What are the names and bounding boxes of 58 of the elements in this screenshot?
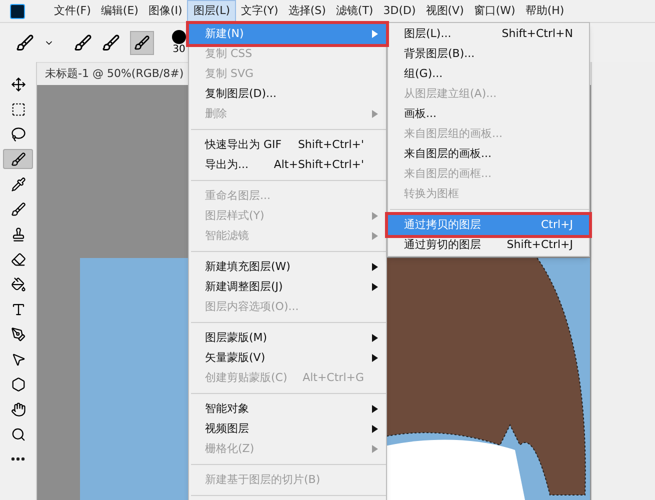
menu-bar-item[interactable]: 文件(F) bbox=[49, 0, 96, 22]
hexagon-icon bbox=[10, 376, 26, 392]
menu-item[interactable]: 图层蒙版(M) bbox=[189, 328, 386, 348]
more-icon bbox=[11, 457, 25, 461]
submenu-arrow-icon bbox=[372, 232, 378, 240]
paint-bucket-icon bbox=[10, 276, 26, 292]
submenu-arrow-icon bbox=[372, 212, 378, 220]
pen-icon bbox=[10, 326, 26, 342]
submenu-arrow-icon bbox=[372, 445, 378, 453]
submenu-arrow-icon bbox=[372, 405, 378, 413]
menu-item[interactable]: 视频图层 bbox=[189, 419, 386, 439]
menu-item[interactable]: 复制图层(D)... bbox=[189, 84, 386, 104]
menu-bar-item[interactable]: 选择(S) bbox=[283, 0, 331, 22]
submenu-arrow-icon bbox=[372, 283, 378, 291]
tool-button[interactable] bbox=[3, 149, 33, 169]
subtract-selection-button[interactable] bbox=[130, 30, 154, 54]
stamp-icon bbox=[10, 226, 26, 242]
menu-bar-item[interactable]: 3D(D) bbox=[378, 0, 421, 22]
menu-item[interactable]: 新建调整图层(J) bbox=[189, 277, 386, 297]
brush-icon bbox=[10, 202, 26, 216]
menu-bar-item[interactable]: 编辑(E) bbox=[96, 0, 144, 22]
submenu-arrow-icon bbox=[372, 30, 378, 38]
move-icon bbox=[10, 76, 26, 92]
menu-item[interactable]: 来自图层的画板... bbox=[388, 144, 589, 164]
menu-bar-item[interactable]: 图层(L) bbox=[187, 0, 236, 22]
submenu-arrow-icon bbox=[372, 334, 378, 342]
menu-item[interactable]: 组(G)... bbox=[388, 64, 589, 84]
menu-item[interactable]: 智能对象 bbox=[189, 399, 386, 419]
brush-size-label: 30 bbox=[172, 44, 186, 56]
submenu-arrow-icon bbox=[372, 354, 378, 362]
menu-item[interactable]: 背景图层(B)... bbox=[388, 44, 589, 64]
app-logo-icon bbox=[10, 4, 25, 18]
menu-item[interactable]: 画板... bbox=[388, 104, 589, 124]
menu-item[interactable]: 图层(L)... Shift+Ctrl+N bbox=[388, 24, 589, 44]
menu-item[interactable]: 新建填充图层(W) bbox=[189, 257, 386, 277]
menu-item[interactable]: 快速导出为 GIF Shift+Ctrl+' bbox=[189, 135, 386, 155]
submenu-arrow-icon bbox=[372, 425, 378, 433]
hand-icon bbox=[10, 402, 26, 416]
brush-preview-icon[interactable] bbox=[172, 30, 186, 44]
pointer-icon bbox=[10, 352, 26, 366]
brush-icon bbox=[134, 34, 150, 50]
marquee-icon bbox=[10, 102, 26, 116]
menu-item[interactable]: 矢量蒙版(V) bbox=[189, 348, 386, 368]
menu-bar-item[interactable]: 滤镜(T) bbox=[330, 0, 378, 22]
type-icon bbox=[10, 302, 26, 316]
eraser-icon bbox=[10, 252, 26, 266]
eyedropper-icon bbox=[10, 176, 26, 192]
lasso-icon bbox=[10, 126, 26, 142]
zoom-icon bbox=[10, 426, 26, 442]
submenu-arrow-icon bbox=[372, 263, 378, 271]
menu-bar-item[interactable]: 视图(V) bbox=[420, 0, 469, 22]
menu-bar-item[interactable]: 窗口(W) bbox=[468, 0, 520, 22]
menu-bar-item[interactable]: 帮助(H) bbox=[520, 0, 570, 22]
submenu-arrow-icon bbox=[372, 110, 378, 118]
menu-item[interactable]: 导出为... Alt+Shift+Ctrl+' bbox=[189, 155, 386, 175]
menu-item[interactable]: 通过剪切的图层 Shift+Ctrl+J bbox=[388, 235, 589, 255]
menu-bar-item[interactable]: 文字(Y) bbox=[236, 0, 284, 22]
menu-bar-item[interactable]: 图像(I) bbox=[143, 0, 188, 22]
